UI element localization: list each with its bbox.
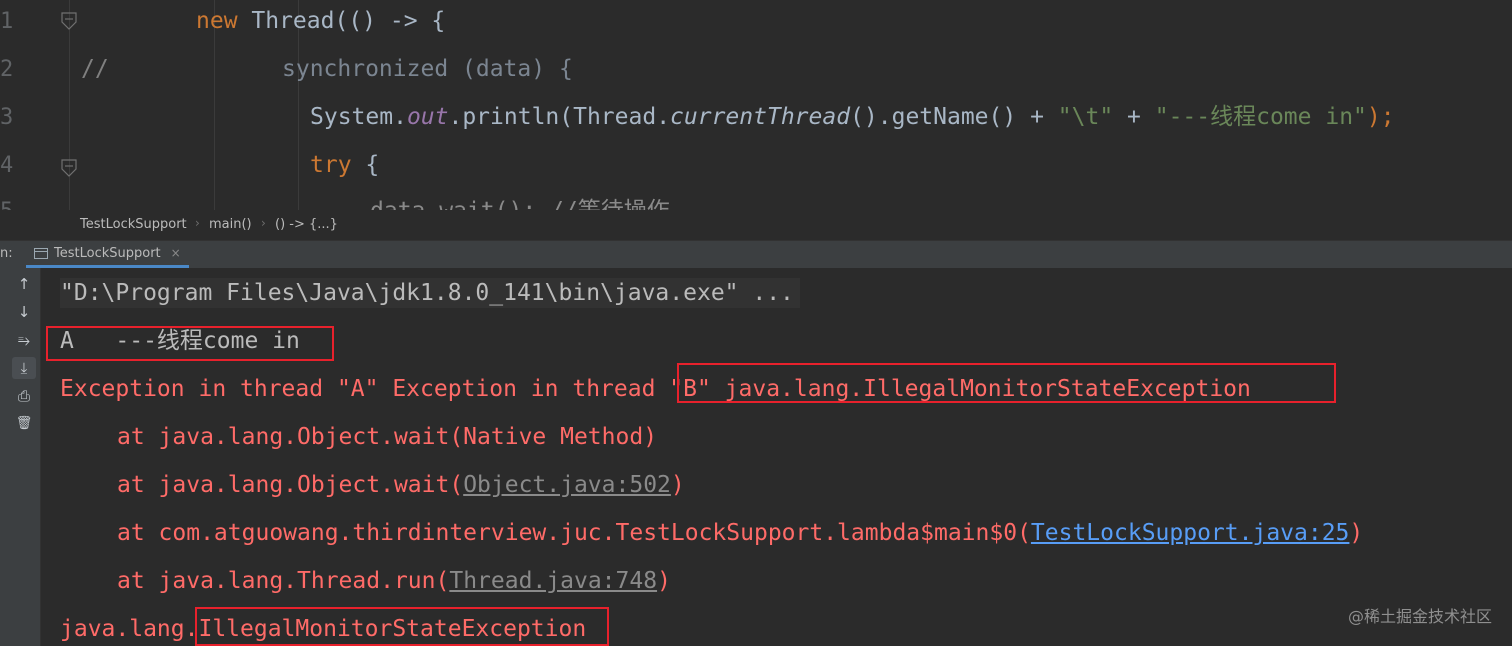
fold-icon[interactable] (61, 159, 77, 177)
fold-icon[interactable] (61, 12, 77, 30)
breadcrumb-item[interactable]: main() (209, 217, 252, 232)
source-link[interactable]: TestLockSupport.java:25 (1031, 520, 1350, 546)
line-number: 5 (0, 198, 14, 210)
line-number: 3 (0, 105, 14, 130)
breadcrumb: TestLockSupport › main() › () -> {...} (0, 210, 1512, 240)
soft-wrap-icon[interactable]: ⥱ (12, 329, 36, 351)
run-tool-window-header: n: TestLockSupport × (0, 240, 1512, 269)
arrow-down-icon[interactable]: ↓ (12, 301, 36, 323)
source-link[interactable]: Object.java:502 (463, 472, 671, 498)
code-line-1: new Thread(() -> { (196, 8, 446, 34)
line-number: 1 (0, 9, 14, 34)
scroll-to-end-icon[interactable]: ⤓ (12, 357, 36, 379)
run-tab-title: TestLockSupport (54, 245, 161, 261)
line-number: 2 (0, 57, 14, 82)
exception-line: Exception in thread "A" Exception in thr… (60, 376, 1251, 402)
chevron-right-icon: › (195, 216, 200, 230)
print-icon[interactable]: ⎙ (12, 385, 36, 407)
console-icon (34, 247, 48, 259)
breadcrumb-item[interactable]: () -> {...} (275, 217, 338, 232)
arrow-up-icon[interactable]: ↑ (12, 273, 36, 295)
code-line-3: System.out.println(Thread.currentThread(… (310, 104, 1395, 130)
code-line-2-commented: synchronized (data) { (282, 56, 573, 82)
line-number: 4 (0, 153, 14, 178)
code-line-2: // (81, 56, 109, 82)
command-line: "D:\Program Files\Java\jdk1.8.0_141\bin\… (60, 278, 800, 308)
code-line-4: try { (310, 152, 380, 178)
trash-icon[interactable]: 🗑 (12, 413, 36, 435)
code-editor[interactable]: 1 2 3 4 5 new Thread(() -> { // synchron… (0, 0, 1512, 210)
exception-line: java.lang.IllegalMonitorStateException (60, 616, 587, 642)
close-icon[interactable]: × (171, 246, 181, 260)
console-toolbar: ↑ ↓ ⥱ ⤓ ⎙ 🗑 (0, 268, 41, 646)
stack-frame: at java.lang.Object.wait(Object.java:502… (117, 472, 685, 498)
stack-frame: at java.lang.Object.wait(Native Method) (117, 424, 658, 450)
run-tab[interactable]: TestLockSupport × (26, 241, 189, 268)
gutter-guide (69, 0, 70, 210)
chevron-right-icon: › (261, 216, 266, 230)
console-output[interactable]: "D:\Program Files\Java\jdk1.8.0_141\bin\… (41, 268, 1512, 646)
output-line: A ---线程come in (60, 328, 300, 354)
watermark: @稀土掘金技术社区 (1347, 607, 1492, 626)
stack-frame: at com.atguowang.thirdinterview.juc.Test… (117, 520, 1364, 546)
code-line-5: data.wait(); //等待操作 (370, 196, 670, 210)
stack-frame: at java.lang.Thread.run(Thread.java:748) (117, 568, 671, 594)
run-label: n: (0, 246, 13, 261)
breadcrumb-item[interactable]: TestLockSupport (80, 217, 187, 232)
source-link[interactable]: Thread.java:748 (449, 568, 657, 594)
